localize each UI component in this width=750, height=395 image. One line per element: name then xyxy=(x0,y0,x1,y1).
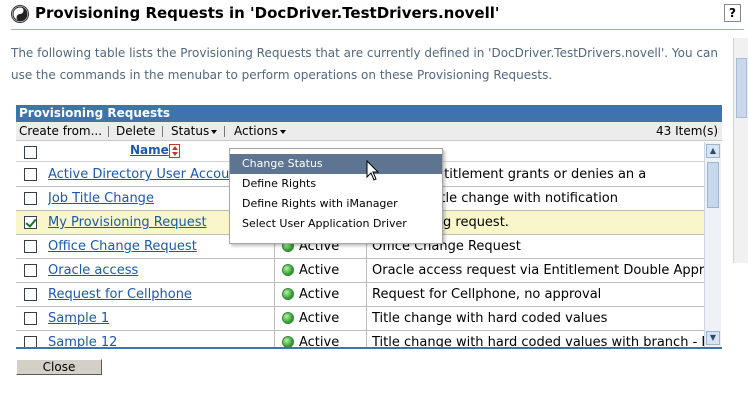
request-status: Active xyxy=(299,263,340,278)
menu-separator xyxy=(224,126,225,137)
row-checkbox[interactable] xyxy=(24,168,37,181)
row-checkbox[interactable] xyxy=(24,240,37,253)
table-row[interactable]: Request for Cellphone Active Request for… xyxy=(16,283,704,307)
page-scrollbar-thumb[interactable] xyxy=(736,58,747,118)
table-row[interactable]: Sample 12 Active Title change with hard … xyxy=(16,331,704,347)
row-checkbox[interactable] xyxy=(24,264,37,277)
status-active-icon xyxy=(282,312,294,324)
page-description: The following table lists the Provisioni… xyxy=(11,46,718,82)
name-column-header[interactable]: Name xyxy=(130,143,169,157)
menu-item-define-rights-imanager[interactable]: Define Rights with iManager xyxy=(230,194,442,214)
request-description: Oracle access request via Entitlement Do… xyxy=(372,263,704,278)
table-menubar: Create from... Delete Status Actions 43 … xyxy=(16,122,722,141)
mouse-pointer-icon xyxy=(366,160,380,181)
row-checkbox[interactable] xyxy=(24,312,37,325)
request-name-link[interactable]: Oracle access xyxy=(48,263,138,278)
row-checkbox[interactable] xyxy=(24,192,37,205)
create-from-menu[interactable]: Create from... xyxy=(19,122,102,141)
table-row[interactable]: Sample 1 Active Title change with hard c… xyxy=(16,307,704,331)
request-name-link[interactable]: My Provisioning Request xyxy=(48,215,207,230)
chevron-down-icon xyxy=(211,129,218,134)
request-name-link[interactable]: Request for Cellphone xyxy=(48,287,192,302)
chevron-down-icon xyxy=(279,129,286,134)
header-divider xyxy=(11,29,744,30)
close-button[interactable]: Close xyxy=(16,359,102,375)
scroll-down-icon[interactable]: ▼ xyxy=(706,331,720,345)
request-description: Title change with hard coded values with… xyxy=(372,335,704,347)
status-active-icon xyxy=(282,288,294,300)
menu-item-select-user-app-driver[interactable]: Select User Application Driver xyxy=(230,214,442,234)
actions-menu[interactable]: Actions xyxy=(234,122,286,141)
menu-item-change-status[interactable]: Change Status xyxy=(230,154,442,174)
actions-menu-label: Actions xyxy=(234,124,278,138)
request-name-link[interactable]: Job Title Change xyxy=(48,191,154,206)
select-all-checkbox[interactable] xyxy=(24,146,37,159)
help-button[interactable]: ? xyxy=(724,4,741,22)
delete-menu[interactable]: Delete xyxy=(116,122,155,141)
sort-icon[interactable] xyxy=(169,144,180,158)
menu-separator xyxy=(108,126,109,137)
request-name-link[interactable]: Active Directory User Account xyxy=(48,167,243,182)
status-menu-label: Status xyxy=(171,124,210,138)
menu-item-define-rights[interactable]: Define Rights xyxy=(230,174,442,194)
actions-dropdown: Change Status Define Rights Define Right… xyxy=(229,148,443,244)
request-status: Active xyxy=(299,335,340,347)
request-description: Request for Cellphone, no approval xyxy=(372,287,602,302)
table-row[interactable]: Oracle access Active Oracle access reque… xyxy=(16,259,704,283)
table-scrollbar[interactable]: ▲ ▼ xyxy=(704,142,721,347)
request-status: Active xyxy=(299,287,340,302)
page-scrollbar[interactable] xyxy=(733,38,748,263)
status-active-icon xyxy=(282,264,294,276)
item-count: 43 Item(s) xyxy=(655,124,718,138)
table-title: Provisioning Requests xyxy=(16,105,722,122)
page-title: Provisioning Requests in 'DocDriver.Test… xyxy=(35,4,500,22)
scroll-up-icon[interactable]: ▲ xyxy=(706,144,720,158)
row-checkbox-checked[interactable] xyxy=(24,216,37,229)
app-icon xyxy=(11,5,29,23)
table-bottom-border xyxy=(16,347,722,349)
row-checkbox[interactable] xyxy=(24,336,37,347)
request-name-link[interactable]: Office Change Request xyxy=(48,239,197,254)
request-status: Active xyxy=(299,311,340,326)
status-menu[interactable]: Status xyxy=(171,122,218,141)
menu-separator xyxy=(162,126,163,137)
request-name-link[interactable]: Sample 12 xyxy=(48,335,117,347)
request-description: Title change with hard coded values xyxy=(372,311,608,326)
table-scrollbar-thumb[interactable] xyxy=(707,162,719,208)
status-active-icon xyxy=(282,336,294,347)
yin-yang-icon xyxy=(12,6,28,22)
request-name-link[interactable]: Sample 1 xyxy=(48,311,109,326)
row-checkbox[interactable] xyxy=(24,288,37,301)
